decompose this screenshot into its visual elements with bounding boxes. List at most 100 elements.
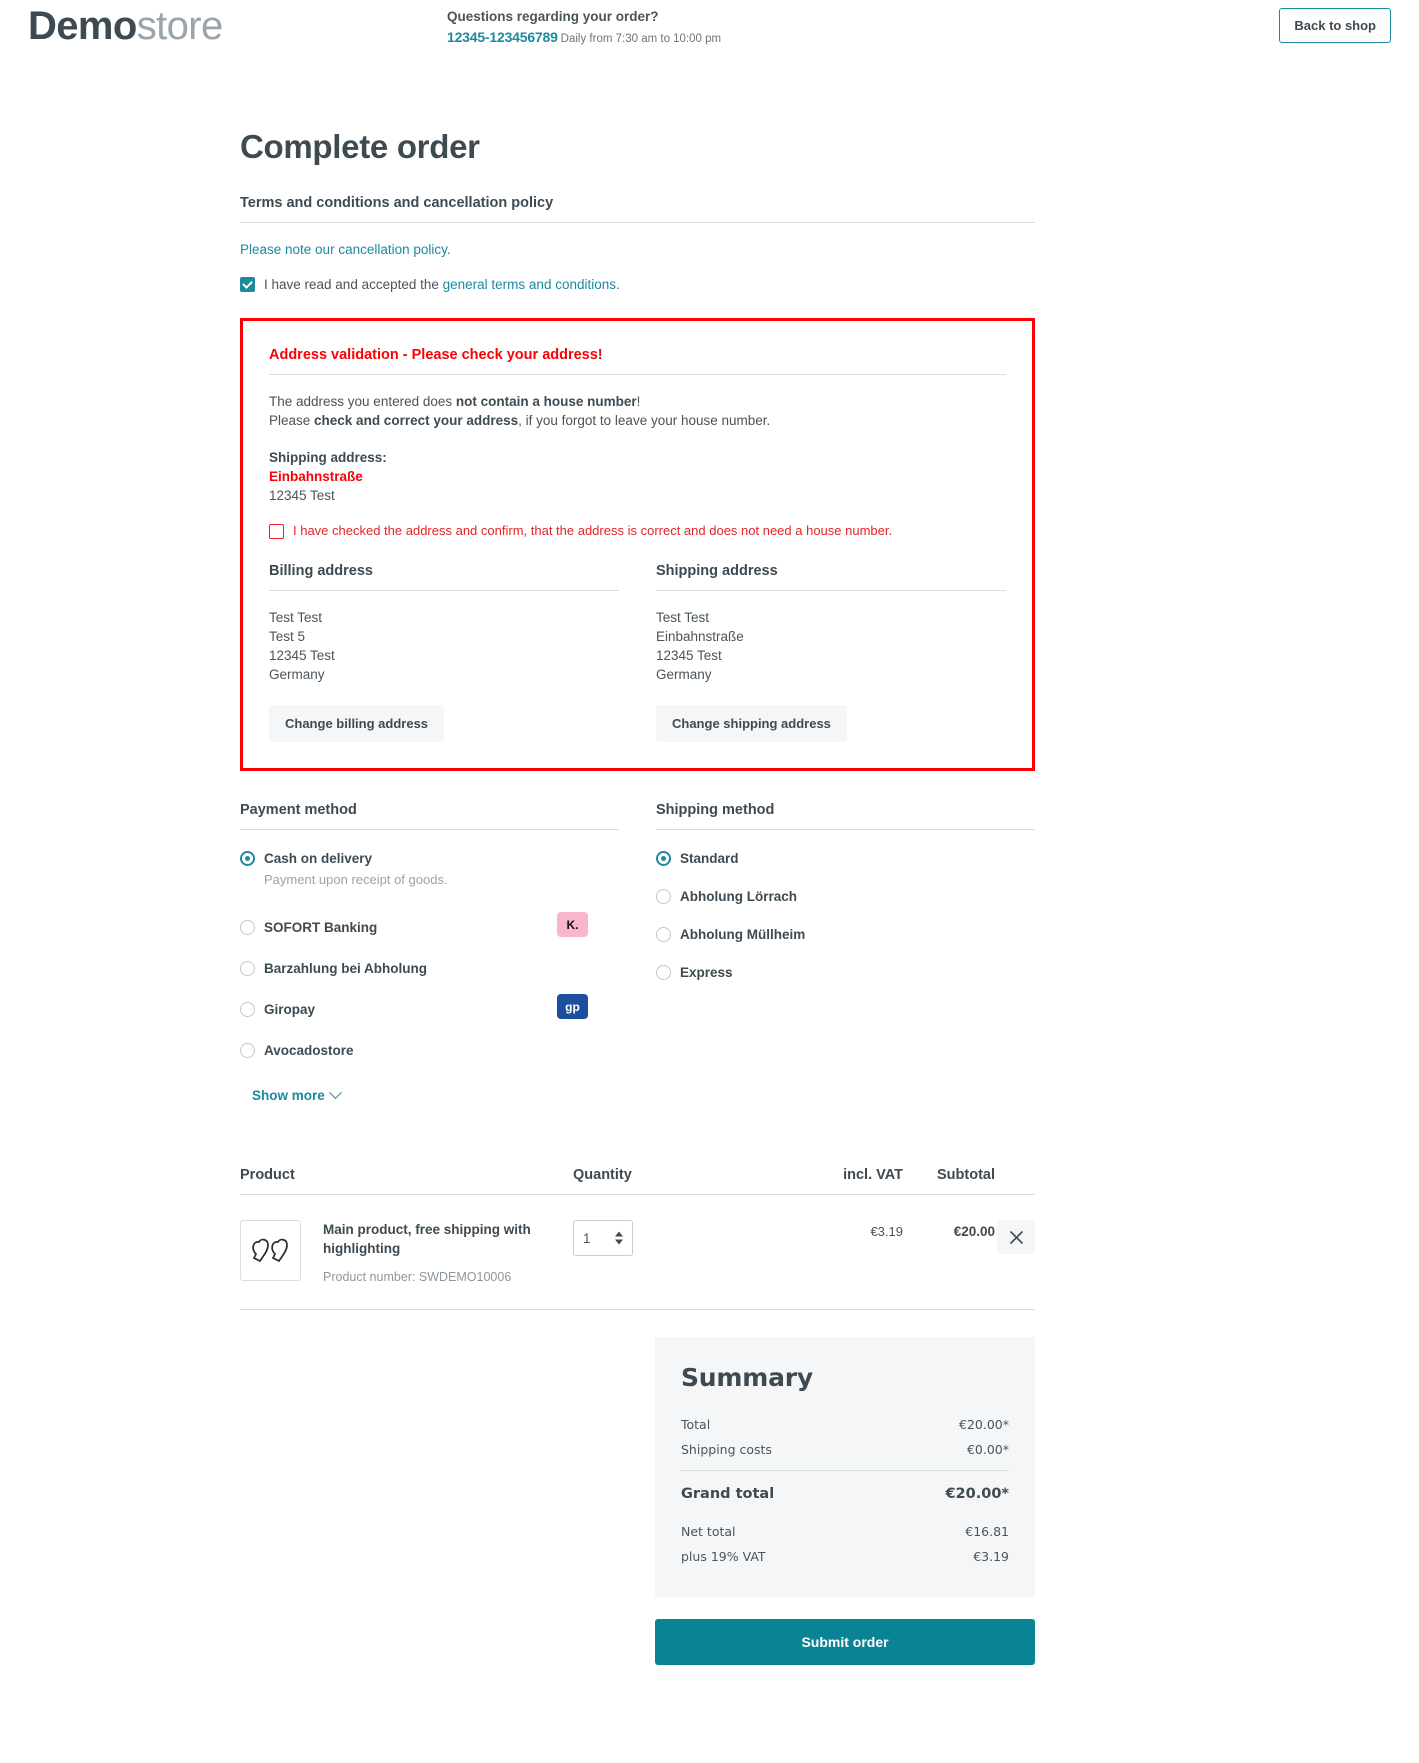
terms-accept-label: I have read and accepted the general ter… [264, 276, 620, 293]
validation-city: 12345 Test [269, 488, 335, 503]
summary-label: Net total [681, 1524, 736, 1539]
shipping-address-column: Shipping address Test Test Einbahnstraße… [656, 563, 1006, 742]
product-info: Main product, free shipping with highlig… [323, 1220, 573, 1284]
contact-block: Questions regarding your order? 12345-12… [447, 8, 721, 47]
validation-line2-suffix: , if you forgot to leave your house numb… [518, 413, 771, 428]
klarna-icon: K. [557, 912, 588, 937]
page-title: Complete order [240, 128, 480, 165]
billing-address-heading: Billing address [269, 563, 619, 591]
terms-accept-checkbox[interactable] [240, 277, 255, 292]
shipping-method-heading: Shipping method [656, 802, 1035, 830]
arrow-up-icon [615, 1231, 623, 1237]
shipping-address-heading: Shipping address [656, 563, 1006, 591]
payment-label: SOFORT Banking [264, 920, 378, 935]
shipping-radio-express[interactable] [656, 965, 671, 980]
cart-table: Product Quantity incl. VAT Subtotal Main… [240, 1167, 1035, 1310]
payment-radio-giropay[interactable] [240, 1002, 255, 1017]
validation-line-1: The address you entered does not contain… [269, 392, 1006, 411]
contact-details: 12345-123456789 Daily from 7:30 am to 10:… [447, 29, 721, 47]
product-number: Product number: SWDEMO10006 [323, 1270, 512, 1284]
shipping-option-express[interactable]: Express [656, 964, 1035, 981]
summary-value: €0.00* [966, 1442, 1009, 1457]
quantity-stepper[interactable]: 1 [573, 1220, 633, 1256]
address-validation-title: Address validation - Please check your a… [269, 347, 1006, 375]
contact-question: Questions regarding your order? [447, 9, 659, 24]
chevron-down-icon [328, 1086, 342, 1100]
site-logo[interactable]: Demostore [28, 2, 223, 50]
checkout-page: Complete order Terms and conditions and … [240, 126, 1035, 1665]
payment-radio-cash-on-delivery[interactable] [240, 851, 255, 866]
payment-radio-sofort-banking[interactable] [240, 920, 255, 935]
summary-row-shipping-costs: Shipping costs €0.00* [681, 1437, 1009, 1462]
close-icon [1009, 1230, 1023, 1244]
column-header-quantity: Quantity [573, 1167, 632, 1183]
payment-label: Barzahlung bei Abholung [264, 961, 427, 976]
summary-label: Shipping costs [681, 1442, 772, 1457]
arrow-down-icon [615, 1239, 623, 1245]
column-header-subtotal: Subtotal [937, 1167, 995, 1183]
summary-value: €20.00* [959, 1417, 1009, 1432]
shipping-address-lines: Test Test Einbahnstraße 12345 Test Germa… [656, 608, 1006, 684]
billing-line: 12345 Test [269, 648, 335, 663]
summary-title: Summary [681, 1363, 813, 1392]
product-name[interactable]: Main product, free shipping with highlig… [323, 1220, 573, 1258]
address-validation-message: The address you entered does not contain… [269, 392, 1006, 430]
shipping-option-standard[interactable]: Standard [656, 850, 1035, 867]
grand-total-value: €20.00* [945, 1486, 1009, 1502]
address-confirm-label: I have checked the address and confirm, … [293, 523, 893, 538]
summary-row-net-total: Net total €16.81 [681, 1519, 1009, 1544]
address-confirm-row: I have checked the address and confirm, … [269, 523, 1006, 539]
summary-value: €3.19 [973, 1549, 1009, 1564]
address-confirm-checkbox[interactable] [269, 524, 284, 539]
shipping-line: Test Test [656, 610, 710, 625]
show-more-payment-methods[interactable]: Show more [252, 1086, 342, 1103]
validation-line1-prefix: The address you entered does [269, 394, 456, 409]
product-thumbnail[interactable] [240, 1220, 301, 1281]
payment-option-sofort-banking[interactable]: SOFORT Banking K. [240, 912, 619, 937]
payment-option-cash-on-delivery[interactable]: Cash on delivery [240, 850, 619, 867]
billing-address-column: Billing address Test Test Test 5 12345 T… [269, 563, 619, 742]
remove-product-button[interactable] [997, 1220, 1035, 1254]
logo-text-light: store [136, 4, 224, 48]
validation-line2-prefix: Please [269, 413, 315, 428]
column-header-product: Product [240, 1167, 295, 1183]
shipping-line: Germany [656, 667, 712, 682]
summary-row-grand-total: Grand total €20.00* [681, 1470, 1009, 1507]
summary-value: €16.81 [965, 1524, 1009, 1539]
validation-line1-suffix: ! [636, 394, 641, 409]
payment-option-avocadostore[interactable]: Avocadostore [240, 1042, 619, 1059]
table-row: Main product, free shipping with highlig… [240, 1195, 1035, 1310]
change-shipping-address-button[interactable]: Change shipping address [656, 705, 847, 742]
mittens-icon [251, 1238, 288, 1262]
payment-option-giropay[interactable]: Giropay gp [240, 994, 619, 1019]
payment-radio-avocadostore[interactable] [240, 1043, 255, 1058]
payment-method-heading: Payment method [240, 802, 619, 830]
summary-wrapper: Summary Total €20.00* Shipping costs €0.… [240, 1337, 1035, 1665]
shipping-option-abholung-muellheim[interactable]: Abholung Müllheim [656, 926, 1035, 943]
shipping-line: 12345 Test [656, 648, 722, 663]
payment-method-column: Payment method Cash on delivery Payment … [240, 802, 619, 1105]
shipping-option-abholung-loerrach[interactable]: Abholung Lörrach [656, 888, 1035, 905]
change-billing-address-button[interactable]: Change billing address [269, 705, 445, 742]
validation-line2-bold: check and correct your address [314, 413, 519, 428]
giropay-icon: gp [557, 994, 588, 1019]
terms-heading: Terms and conditions and cancellation po… [240, 195, 1035, 223]
stepper-arrows-icon[interactable] [615, 1231, 623, 1245]
shipping-radio-abholung-muellheim[interactable] [656, 927, 671, 942]
shipping-radio-abholung-loerrach[interactable] [656, 889, 671, 904]
validation-street: Einbahnstraße [269, 469, 363, 484]
grand-total-label: Grand total [681, 1486, 775, 1502]
terms-accept-link[interactable]: general terms and conditions [443, 277, 616, 292]
payment-option-barzahlung-bei-abholung[interactable]: Barzahlung bei Abholung [240, 960, 619, 977]
contact-phone[interactable]: 12345-123456789 [447, 29, 558, 45]
cancellation-policy-link[interactable]: Please note our cancellation policy. [240, 242, 1035, 257]
summary-panel: Summary Total €20.00* Shipping costs €0.… [655, 1337, 1035, 1597]
shipping-radio-standard[interactable] [656, 851, 671, 866]
terms-accept-suffix: . [616, 277, 620, 292]
summary-row-total: Total €20.00* [681, 1412, 1009, 1437]
submit-order-button[interactable]: Submit order [655, 1619, 1035, 1665]
show-more-label: Show more [252, 1088, 325, 1103]
shipping-label: Abholung Müllheim [680, 927, 806, 942]
payment-radio-barzahlung-bei-abholung[interactable] [240, 961, 255, 976]
back-to-shop-button[interactable]: Back to shop [1279, 8, 1391, 43]
